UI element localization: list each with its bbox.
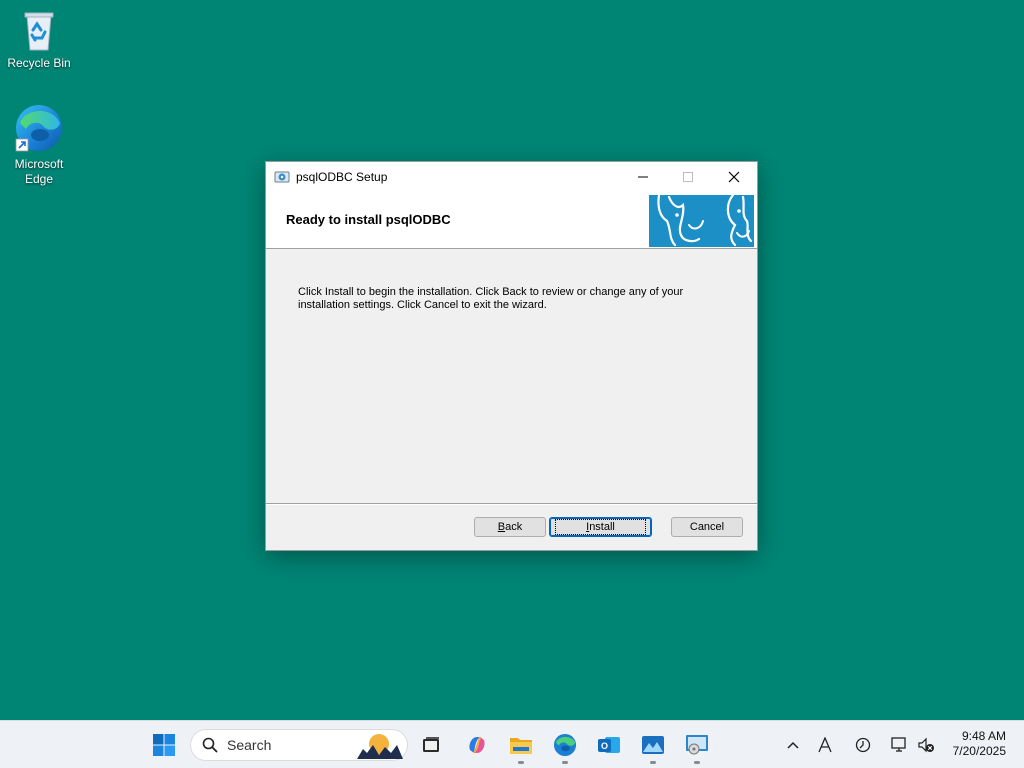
timer-icon <box>855 737 871 753</box>
taskbar: Search O 9:48 AM 7/20/2025 <box>0 720 1024 768</box>
task-view-button[interactable] <box>417 731 445 759</box>
minimize-icon <box>637 176 648 177</box>
photos-icon <box>642 736 664 754</box>
search-placeholder: Search <box>227 737 272 753</box>
elephant-logo-icon <box>657 195 753 247</box>
search-highlight-icon <box>357 734 403 759</box>
clock-time: 9:48 AM <box>961 729 1006 743</box>
minimize-button[interactable] <box>620 162 665 191</box>
title-bar[interactable]: psqlODBC Setup <box>266 162 757 191</box>
volume-button[interactable] <box>916 733 936 757</box>
font-a-icon <box>818 737 832 753</box>
clock-date: 7/20/2025 <box>952 744 1006 758</box>
chevron-up-icon <box>787 741 799 749</box>
instructions-text: Click Install to begin the installation.… <box>298 286 684 311</box>
cancel-label: Cancel <box>689 521 725 533</box>
photos-button[interactable] <box>639 731 667 759</box>
system-clock[interactable]: 9:48 AM 7/20/2025 <box>953 729 1006 759</box>
setup-dialog: psqlODBC Setup Ready to install psqlODBC… <box>265 161 758 551</box>
dialog-title: psqlODBC Setup <box>296 169 388 184</box>
edge-icon <box>553 733 577 757</box>
maximize-icon <box>682 171 693 182</box>
back-button[interactable]: Back <box>474 517 546 537</box>
file-explorer-button[interactable] <box>507 731 535 759</box>
outlook-button[interactable]: O <box>595 731 623 759</box>
network-icon <box>891 737 906 752</box>
svg-text:O: O <box>601 741 608 751</box>
install-label: nstall <box>589 521 615 533</box>
close-button[interactable] <box>711 162 756 191</box>
recycle-bin-shortcut[interactable]: Recycle Bin <box>1 8 77 71</box>
task-view-icon <box>423 737 439 752</box>
edge-icon <box>15 105 62 152</box>
running-indicator <box>650 761 656 764</box>
search-icon <box>202 737 218 753</box>
network-button[interactable] <box>890 733 910 757</box>
installer-icon <box>686 735 708 755</box>
recycle-bin-label: Recycle Bin <box>7 56 71 70</box>
footer-divider <box>266 503 757 505</box>
running-indicator <box>518 761 524 764</box>
back-mnemonic: B <box>497 521 506 533</box>
running-indicator <box>562 761 568 764</box>
recycle-bin-icon <box>24 12 54 51</box>
wizard-header: Ready to install psqlODBC <box>266 191 757 249</box>
edge-shortcut[interactable]: Microsoft Edge <box>1 103 77 187</box>
input-indicator[interactable] <box>815 733 835 757</box>
install-button[interactable]: Install <box>549 517 652 537</box>
page-heading: Ready to install psqlODBC <box>286 212 451 227</box>
copilot-icon <box>469 736 485 754</box>
cancel-button[interactable]: Cancel <box>671 517 743 537</box>
edge-label: Microsoft Edge <box>14 157 64 186</box>
installer-taskbar-button[interactable] <box>683 731 711 759</box>
windows-logo-icon <box>153 734 175 756</box>
installer-icon <box>274 171 290 182</box>
close-icon <box>728 171 739 182</box>
volume-muted-icon <box>918 737 934 753</box>
copilot-button[interactable] <box>463 731 491 759</box>
clock-widget-button[interactable] <box>853 733 873 757</box>
running-indicator <box>694 761 700 764</box>
outlook-icon: O <box>598 737 620 753</box>
maximize-button <box>665 162 710 191</box>
show-hidden-icons-button[interactable] <box>783 733 803 757</box>
back-label: ack <box>505 521 523 533</box>
install-focus-ring: Install <box>555 519 646 535</box>
postgresql-banner <box>649 195 754 247</box>
folder-icon <box>510 738 532 754</box>
edge-taskbar-button[interactable] <box>551 731 579 759</box>
taskbar-search[interactable]: Search <box>190 729 408 761</box>
start-button[interactable] <box>150 731 178 759</box>
